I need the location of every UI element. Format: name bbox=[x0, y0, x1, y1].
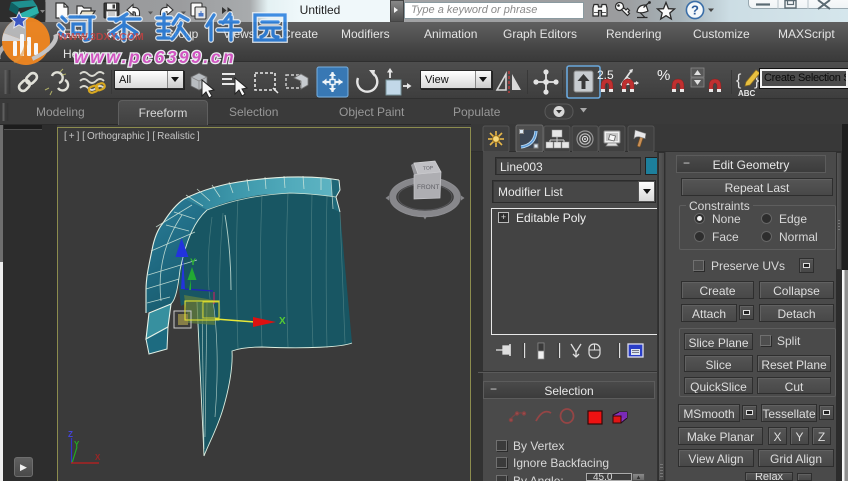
svg-text:%: % bbox=[657, 67, 670, 84]
svg-text:www.pc6399.cn: www.pc6399.cn bbox=[74, 47, 236, 67]
svg-text:X: X bbox=[95, 453, 101, 462]
svg-text:X: X bbox=[279, 316, 286, 327]
svg-text:FRONT: FRONT bbox=[417, 184, 439, 191]
svg-text:{: { bbox=[736, 72, 742, 89]
svg-text:Y: Y bbox=[74, 440, 80, 449]
svg-text:?: ? bbox=[691, 3, 699, 18]
svg-text:TOP: TOP bbox=[423, 165, 434, 172]
svg-text:ABC: ABC bbox=[738, 89, 756, 98]
svg-text:WWW.3DXY.COM: WWW.3DXY.COM bbox=[58, 31, 144, 43]
svg-text:Y: Y bbox=[190, 257, 196, 267]
svg-text:Z: Z bbox=[68, 430, 73, 439]
